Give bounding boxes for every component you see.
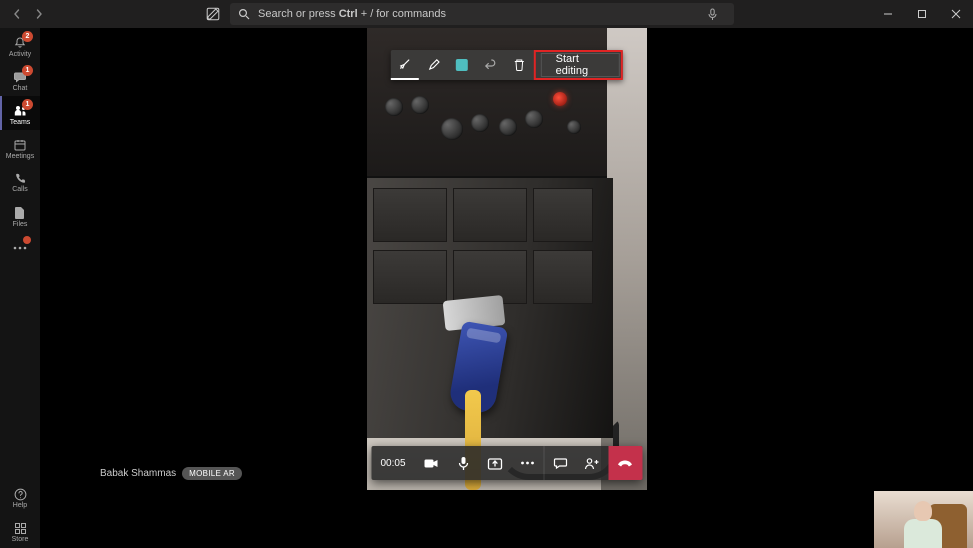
participant-badge: MOBILE AR [182, 467, 242, 480]
left-rail: Activity 2 Chat 1 Teams 1 Meetings [0, 28, 40, 548]
start-editing-highlight: Start editing [534, 50, 623, 80]
share-icon [488, 457, 503, 470]
rail-store[interactable]: Store [0, 514, 40, 548]
annotation-toolbar: Start editing [390, 50, 622, 80]
call-control-bar: 00:05 [371, 446, 642, 480]
more-actions-button[interactable] [511, 446, 543, 480]
history-nav [0, 5, 56, 23]
pen-icon [426, 58, 440, 72]
ink-pointer-icon [398, 57, 412, 71]
forward-button[interactable] [30, 5, 48, 23]
rail-footer: Help Store [0, 480, 40, 548]
rail-chat[interactable]: Chat 1 [0, 62, 40, 96]
search-placeholder: Search or press Ctrl + / for commands [258, 8, 707, 20]
people-add-icon [584, 457, 600, 470]
rail-teams[interactable]: Teams 1 [0, 96, 40, 130]
rail-meetings[interactable]: Meetings [0, 130, 40, 164]
more-icon [13, 246, 27, 250]
rail-label: Meetings [6, 153, 34, 160]
window-controls [871, 0, 973, 28]
rail-badge: 2 [22, 31, 33, 42]
mic-icon [457, 456, 469, 471]
file-icon [14, 206, 26, 220]
pen-button[interactable] [419, 50, 448, 80]
rail-label: Store [12, 536, 29, 543]
camera-icon [424, 458, 439, 469]
rail-label: Chat [13, 85, 28, 92]
mic-icon[interactable] [707, 8, 726, 21]
rail-label: Files [13, 221, 28, 228]
start-editing-button[interactable]: Start editing [541, 53, 620, 77]
open-chat-button[interactable] [544, 446, 576, 480]
more-icon [520, 461, 534, 465]
rail-badge: 1 [22, 65, 33, 76]
toggle-mic-button[interactable] [447, 446, 479, 480]
app-body: Activity 2 Chat 1 Teams 1 Meetings [0, 28, 973, 548]
rail-files[interactable]: Files [0, 198, 40, 232]
rail-label: Help [13, 502, 27, 509]
delete-button[interactable] [505, 50, 534, 80]
app-root: Search or press Ctrl + / for commands Ac… [0, 0, 973, 548]
titlebar: Search or press Ctrl + / for commands [0, 0, 973, 28]
rail-more[interactable] [0, 232, 40, 260]
new-message-button[interactable] [206, 7, 220, 21]
phone-icon [14, 172, 27, 185]
hang-up-icon [617, 458, 634, 468]
undo-icon [484, 58, 498, 72]
shape-square-button[interactable] [448, 50, 477, 80]
store-icon [14, 522, 27, 535]
calendar-icon [13, 138, 27, 152]
back-button[interactable] [8, 5, 26, 23]
rail-label: Teams [10, 119, 31, 126]
minimize-button[interactable] [871, 0, 905, 28]
share-screen-button[interactable] [479, 446, 511, 480]
hang-up-button[interactable] [608, 446, 642, 480]
participant-label: Babak Shammas MOBILE AR [100, 467, 242, 480]
close-button[interactable] [939, 0, 973, 28]
search-icon [238, 8, 250, 20]
remote-video-scene [367, 28, 647, 490]
rail-badge: 1 [22, 99, 33, 110]
undo-button[interactable] [476, 50, 505, 80]
self-view[interactable] [874, 491, 973, 548]
rail-label: Activity [9, 51, 31, 58]
rail-apps: Activity 2 Chat 1 Teams 1 Meetings [0, 28, 40, 480]
delete-icon [513, 58, 526, 72]
participant-name: Babak Shammas [100, 468, 176, 479]
call-stage: Start editing 00:05 [40, 28, 973, 548]
remote-video: Start editing 00:05 [367, 28, 647, 490]
help-icon [14, 488, 27, 501]
rail-label: Calls [12, 186, 28, 193]
call-duration: 00:05 [371, 446, 415, 480]
toggle-camera-button[interactable] [415, 446, 447, 480]
notification-dot [23, 236, 31, 244]
rail-calls[interactable]: Calls [0, 164, 40, 198]
add-people-button[interactable] [576, 446, 608, 480]
maximize-button[interactable] [905, 0, 939, 28]
chat-icon [553, 456, 567, 470]
rail-help[interactable]: Help [0, 480, 40, 514]
search-box[interactable]: Search or press Ctrl + / for commands [230, 3, 734, 25]
shape-square-icon [456, 59, 468, 71]
rail-activity[interactable]: Activity 2 [0, 28, 40, 62]
ink-pointer-button[interactable] [390, 50, 419, 80]
